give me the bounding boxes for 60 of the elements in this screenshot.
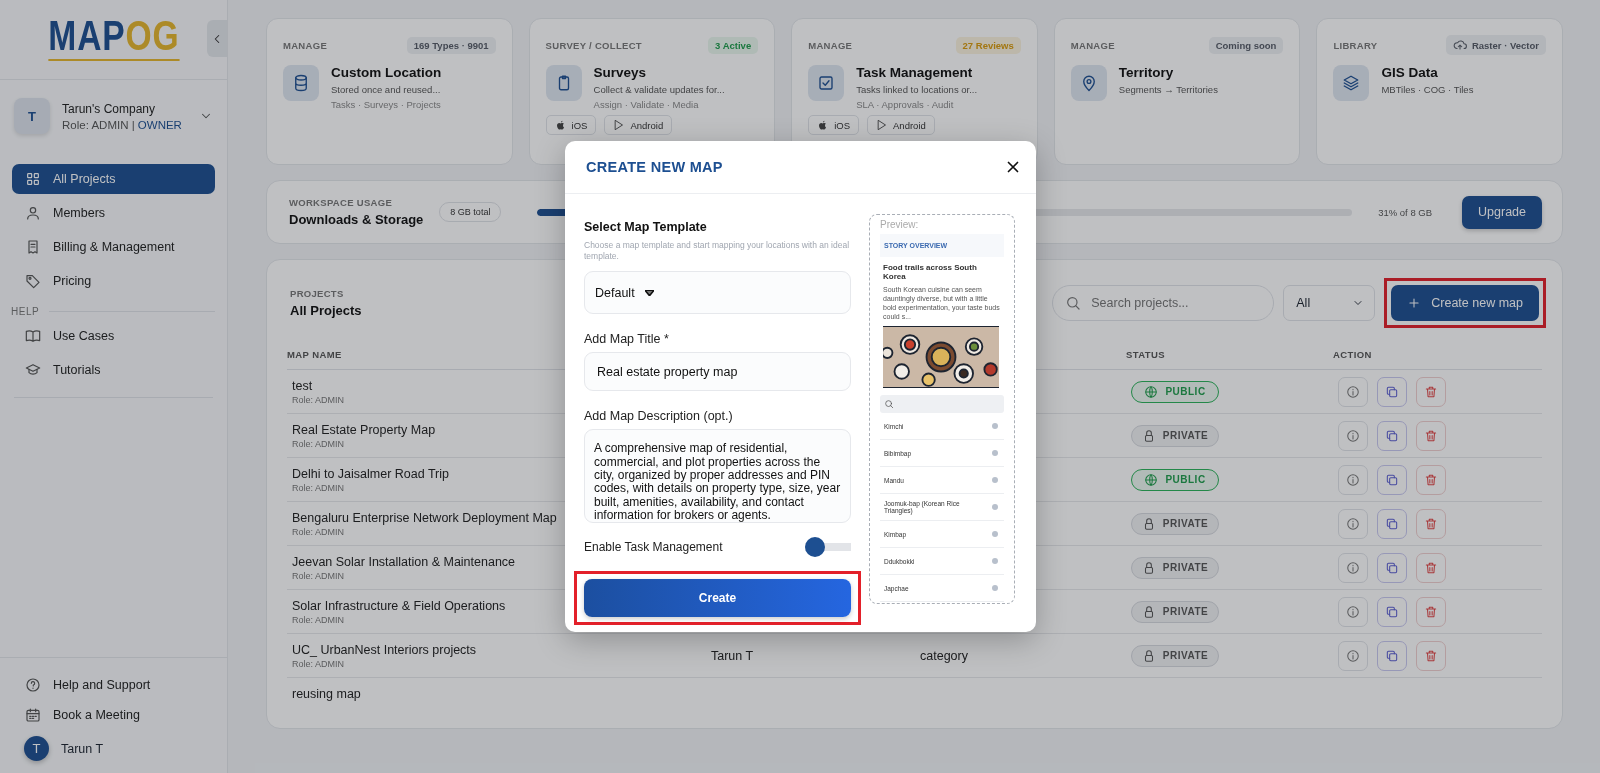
company-avatar: T	[14, 98, 50, 134]
user-name: Tarun T	[61, 741, 104, 756]
usage-label: WORKSPACE USAGE	[289, 197, 394, 208]
card-badge: 27 Reviews	[955, 36, 1021, 54]
map-role: Role: ADMIN	[292, 438, 344, 449]
status-badge: PRIVATE	[1131, 424, 1219, 447]
card-meta: Tasks · Surveys · Projects	[331, 99, 442, 110]
card-subtitle: Segments → Territories	[1118, 84, 1218, 95]
map-role: Role: ADMIN	[292, 394, 344, 405]
section-heading: HELP	[11, 306, 40, 317]
projects-title: All Projects	[290, 303, 362, 318]
card-meta: Assign · Validate · Media	[593, 99, 700, 110]
card-subtitle: Collect & validate updates for...	[593, 84, 725, 95]
usage-reading: 31% of 8 GB	[1378, 206, 1433, 218]
card-subtitle: Tasks linked to locations or...	[856, 84, 978, 95]
company-role: Role: ADMIN | OWNER	[62, 118, 183, 131]
preview-label: Preview:	[880, 219, 920, 230]
column-header: ACTION	[1333, 349, 1373, 360]
status-badge: PRIVATE	[1131, 512, 1219, 535]
field-hint: Choose a map template and start mapping your locations with an ideal template.	[584, 240, 851, 263]
card-meta: SLA · Approvals · Audit	[856, 99, 955, 110]
card-category: MANAGE	[808, 39, 853, 51]
card-title: Territory	[1118, 65, 1175, 80]
column-header: MAP NAME	[287, 349, 343, 360]
card-subtitle: Stored once and reused...	[331, 84, 442, 95]
status-badge: PRIVATE	[1131, 644, 1219, 667]
field-label: Add Map Description (opt.)	[584, 409, 734, 424]
field-label: Select Map Template	[584, 220, 708, 234]
status-badge: PUBLIC	[1131, 468, 1219, 491]
field-label: Add Map Title *	[584, 332, 670, 347]
card-title: Surveys	[593, 65, 648, 80]
company-name: Tarun's Company	[62, 101, 156, 116]
status-badge: PRIVATE	[1131, 600, 1219, 623]
toggle-label: Enable Task Management	[584, 540, 723, 555]
map-role: Role: ADMIN	[292, 658, 344, 669]
card-badge: Coming soon	[1208, 36, 1284, 54]
category-cell-text: category	[920, 648, 969, 663]
map-role: Role: ADMIN	[292, 570, 344, 581]
column-header: STATUS	[1126, 349, 1166, 360]
map-role: Role: ADMIN	[292, 614, 344, 625]
logo: MAPOG	[48, 14, 179, 61]
map-role: Role: ADMIN	[292, 482, 344, 493]
usage-title: Downloads & Storage	[289, 212, 424, 227]
card-title: Custom Location	[331, 65, 442, 80]
card-badge: 3 Active	[708, 36, 759, 54]
card-subtitle: MBTiles · COG · Tiles	[1381, 84, 1474, 95]
card-title: GIS Data	[1381, 65, 1439, 80]
projects-label: PROJECTS	[290, 288, 345, 299]
map-role: Role: ADMIN	[292, 526, 344, 537]
card-category: MANAGE	[1070, 39, 1115, 51]
card-badge: Raster · Vector	[1445, 35, 1546, 55]
card-badge: 169 Types · 9901	[406, 36, 496, 54]
status-badge: PUBLIC	[1131, 380, 1219, 403]
status-badge: PRIVATE	[1131, 556, 1219, 579]
card-category: LIBRARY	[1333, 39, 1378, 51]
story-title: Food trails across South Korea	[882, 263, 978, 281]
owner-cell-text: Tarun T	[711, 648, 755, 663]
card-category: SURVEY / COLLECT	[545, 39, 642, 51]
card-category: MANAGE	[283, 39, 328, 51]
card-title: Task Management	[856, 65, 974, 80]
